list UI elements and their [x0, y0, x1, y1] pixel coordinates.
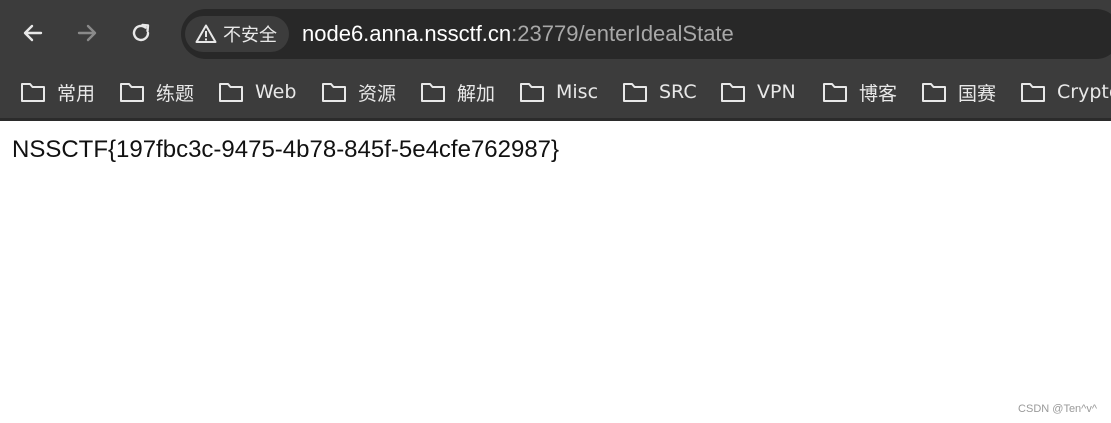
- bookmark-label: 练题: [156, 82, 195, 105]
- bookmark-folder-misc[interactable]: Misc: [519, 78, 598, 106]
- folder-icon: [921, 81, 947, 103]
- warning-icon: [195, 23, 217, 45]
- forward-button[interactable]: [69, 15, 105, 51]
- folder-icon: [321, 81, 347, 103]
- bookmark-label: 资源: [358, 82, 397, 105]
- bookmark-folder-vpn[interactable]: VPN: [720, 78, 796, 106]
- bookmark-folder-ziyuan[interactable]: 资源: [321, 78, 396, 106]
- folder-icon: [20, 81, 46, 103]
- bookmark-folder-jiejia[interactable]: 解加: [420, 78, 495, 106]
- folder-icon: [218, 81, 244, 103]
- folder-icon: [822, 81, 848, 103]
- bookmark-label: Crypto: [1057, 81, 1111, 103]
- bookmark-folder-src[interactable]: SRC: [622, 78, 697, 106]
- address-bar[interactable]: 不安全 node6.anna.nssctf.cn:23779/enterIdea…: [181, 9, 1111, 59]
- folder-icon: [519, 81, 545, 103]
- folder-icon: [1020, 81, 1046, 103]
- bookmark-folder-crypto[interactable]: Crypto: [1020, 78, 1111, 106]
- folder-icon: [622, 81, 648, 103]
- browser-toolbar: 不安全 node6.anna.nssctf.cn:23779/enterIdea…: [0, 0, 1111, 66]
- back-button[interactable]: [15, 15, 51, 51]
- folder-icon: [720, 81, 746, 103]
- bookmark-label: Web: [255, 81, 297, 103]
- bookmark-label: VPN: [757, 81, 796, 103]
- bookmark-folder-boke[interactable]: 博客: [822, 78, 897, 106]
- bookmark-label: Misc: [556, 81, 599, 103]
- bookmark-label: 国赛: [958, 82, 997, 105]
- reload-icon: [132, 23, 150, 42]
- reload-button[interactable]: [123, 15, 159, 51]
- folder-icon: [420, 81, 446, 103]
- security-label: 不安全: [223, 25, 277, 46]
- security-indicator[interactable]: 不安全: [185, 16, 289, 52]
- url-path: :23779/enterIdealState: [511, 21, 734, 46]
- page-content: NSSCTF{197fbc3c-9475-4b78-845f-5e4cfe762…: [0, 121, 1111, 423]
- bookmark-folder-guosai[interactable]: 国赛: [921, 78, 996, 106]
- bookmark-folder-web[interactable]: Web: [218, 78, 296, 106]
- watermark-text: CSDN @Ten^v^: [1018, 403, 1097, 415]
- bookmark-label: 常用: [57, 82, 96, 105]
- browser-window: 不安全 node6.anna.nssctf.cn:23779/enterIdea…: [0, 0, 1111, 423]
- arrow-right-icon: [77, 24, 97, 42]
- bookmark-folder-changyong[interactable]: 常用: [20, 78, 95, 106]
- bookmark-folder-lianti[interactable]: 练题: [119, 78, 194, 106]
- bookmark-label: 博客: [859, 82, 898, 105]
- flag-text: NSSCTF{197fbc3c-9475-4b78-845f-5e4cfe762…: [12, 136, 560, 163]
- bookmarks-bar: 常用 练题 Web 资源 解加 Misc SRC VPN 博客 国赛 Crypt: [0, 66, 1111, 121]
- bookmark-label: 解加: [457, 82, 496, 105]
- folder-icon: [119, 81, 145, 103]
- url-text[interactable]: node6.anna.nssctf.cn:23779/enterIdealSta…: [302, 20, 734, 48]
- url-host: node6.anna.nssctf.cn: [302, 21, 512, 46]
- arrow-left-icon: [23, 24, 43, 42]
- bookmark-label: SRC: [659, 81, 697, 103]
